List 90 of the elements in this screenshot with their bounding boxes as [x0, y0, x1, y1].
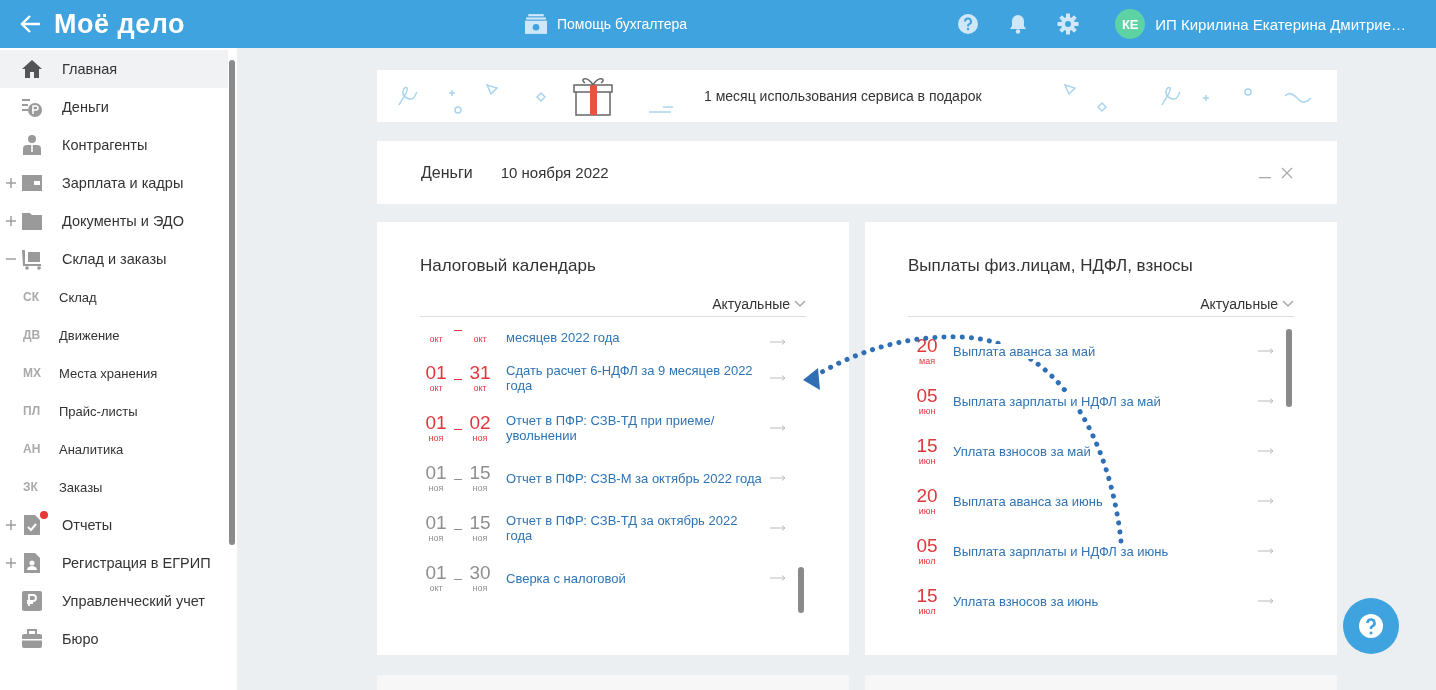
payment-link[interactable]: Выплата аванса за май: [953, 343, 1096, 359]
expand-icon[interactable]: [6, 216, 16, 226]
expand-icon[interactable]: [6, 178, 16, 188]
folder-icon: [21, 210, 43, 232]
sidebar-item[interactable]: Склад и заказы: [0, 240, 228, 278]
item-label: Аналитика: [59, 441, 124, 457]
card-title: Деньги: [421, 163, 473, 182]
arrow-icon[interactable]: [1258, 398, 1274, 404]
item-abbreviation: ПЛ: [23, 404, 41, 418]
arrow-icon[interactable]: [770, 375, 786, 381]
gift-icon: [572, 75, 614, 117]
arrow-icon[interactable]: [1258, 498, 1274, 504]
home-icon: [21, 58, 43, 80]
sidebar-item[interactable]: Зарплата и кадры: [0, 164, 228, 202]
sidebar-item[interactable]: Контрагенты: [0, 126, 228, 164]
payment-date: 05 июл: [915, 535, 939, 567]
ruble-icon: [21, 590, 43, 612]
date-label: 10 ноября 2022: [500, 164, 609, 181]
cart-icon: [21, 248, 43, 270]
item-label: Заказы: [59, 479, 103, 495]
sidebar-item[interactable]: Главная: [0, 50, 228, 88]
arrow-icon[interactable]: [1258, 548, 1274, 554]
document-icon: [21, 514, 43, 536]
item-abbreviation: МХ: [23, 366, 41, 380]
chevron-down-icon: [794, 300, 806, 308]
item-abbreviation: ДВ: [23, 328, 41, 342]
scrollbar[interactable]: [229, 60, 235, 545]
date-range: 01 окт 30 ноя: [424, 562, 492, 594]
settings-icon[interactable]: [1057, 13, 1080, 35]
arrow-icon[interactable]: [770, 425, 786, 431]
payment-link[interactable]: Выплата зарплаты и НДФЛ за май: [953, 393, 1161, 409]
payment-date: 20 мая: [915, 335, 939, 367]
payment-date: 15 июн: [915, 435, 939, 467]
date-range: 01 окт 31 окт: [424, 362, 492, 394]
arrow-icon[interactable]: [770, 525, 786, 531]
date-range: окт окт: [424, 330, 506, 345]
scrollbar[interactable]: [798, 567, 804, 613]
arrow-icon[interactable]: [770, 339, 786, 345]
item-abbreviation: СК: [23, 290, 39, 304]
document-icon: [21, 552, 43, 574]
arrow-icon[interactable]: [1258, 598, 1274, 604]
sidebar-subitem[interactable]: ПЛ Прайс-листы: [0, 392, 228, 430]
payment-date: 15 июл: [915, 585, 939, 617]
scrollbar[interactable]: [1286, 329, 1292, 407]
help-button[interactable]: [1343, 598, 1399, 654]
expand-icon[interactable]: [6, 558, 16, 568]
filter-dropdown[interactable]: Актуальные: [712, 296, 806, 312]
sidebar-item[interactable]: Управленческий учет: [0, 582, 228, 620]
date-range: 01 ноя 02 ноя: [424, 412, 492, 444]
wallet-icon: [21, 172, 43, 194]
back-arrow-icon[interactable]: [20, 13, 42, 35]
date-range: 01 ноя 15 ноя: [424, 512, 492, 544]
item-label: Склад: [59, 289, 97, 305]
promo-banner[interactable]: 1 месяц использования сервиса в подарок: [377, 70, 1337, 122]
payment-date: 05 июн: [915, 385, 939, 417]
arrow-icon[interactable]: [770, 575, 786, 581]
filter-dropdown[interactable]: Актуальные: [1200, 296, 1294, 312]
cash-icon: [524, 13, 547, 35]
arrow-icon[interactable]: [770, 475, 786, 481]
arrow-icon[interactable]: [1258, 448, 1274, 454]
sidebar-item[interactable]: Бюро: [0, 620, 228, 658]
sidebar-item[interactable]: Деньги: [0, 88, 228, 126]
card-title: Налоговый календарь: [420, 256, 597, 277]
item-abbreviation: АН: [23, 442, 41, 456]
sidebar-subitem[interactable]: ДВ Движение: [0, 316, 228, 354]
card-title: Выплаты физ.лицам, НДФЛ, взносы: [908, 256, 1194, 277]
payment-link[interactable]: Уплата взносов за май: [953, 443, 1091, 459]
briefcase-icon: [21, 628, 43, 650]
date-range: 01 ноя 15 ноя: [424, 462, 492, 494]
help-icon[interactable]: [957, 13, 980, 35]
close-icon[interactable]: [1281, 166, 1293, 179]
arrow-icon[interactable]: [1258, 348, 1274, 354]
banner-text: 1 месяц использования сервиса в подарок: [704, 88, 982, 104]
coins-icon: [21, 96, 43, 118]
item-label: Места хранения: [59, 365, 158, 381]
sidebar-subitem[interactable]: АН Аналитика: [0, 430, 228, 468]
item-label: Прайс-листы: [59, 403, 138, 419]
chevron-down-icon: [1282, 300, 1294, 308]
sidebar-subitem[interactable]: СК Склад: [0, 278, 228, 316]
sidebar-subitem[interactable]: ЗК Заказы: [0, 468, 228, 506]
sidebar-item[interactable]: Документы и ЭДО: [0, 202, 228, 240]
sidebar-item[interactable]: Регистрация в ЕГРИП: [0, 544, 228, 582]
sidebar-subitem[interactable]: МХ Места хранения: [0, 354, 228, 392]
sidebar-item[interactable]: Отчеты: [0, 506, 228, 544]
expand-icon[interactable]: [6, 520, 16, 530]
item-abbreviation: ЗК: [23, 480, 38, 494]
question-icon: [1359, 614, 1383, 638]
payment-date: 20 июн: [915, 485, 939, 517]
item-label: Движение: [59, 327, 120, 343]
person-icon: [21, 134, 43, 156]
